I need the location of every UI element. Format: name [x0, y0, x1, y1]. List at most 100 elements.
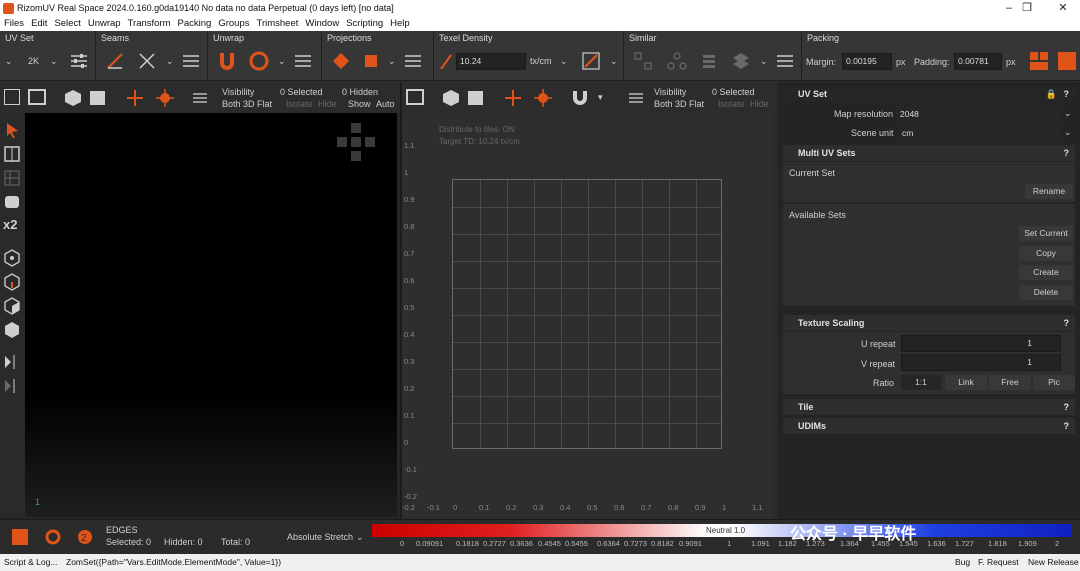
menu-trimsheet[interactable]: Trimsheet [257, 18, 299, 29]
help-icon[interactable]: ? [1064, 399, 1070, 415]
set-current-button[interactable]: Set Current [1019, 226, 1073, 241]
texel-unit-select[interactable]: tx/cm [530, 56, 552, 66]
visibility-settings-icon[interactable] [628, 90, 644, 108]
v-repeat-input[interactable]: 1 [901, 354, 1061, 371]
pack-icon[interactable] [1028, 50, 1050, 72]
menu-edit[interactable]: Edit [31, 18, 47, 29]
help-icon[interactable]: ? [1064, 86, 1070, 102]
settings-sliders-icon[interactable] [402, 50, 424, 72]
viewport-3d-canvas[interactable]: 1 [25, 113, 397, 517]
chevron-down-icon[interactable]: ⌄ [278, 56, 286, 67]
pic-button[interactable]: Pic [1033, 375, 1075, 390]
similar-layers-icon[interactable] [698, 50, 720, 72]
udims-header[interactable]: UDIMs ? [783, 418, 1075, 434]
mirror-left-icon[interactable] [3, 353, 21, 371]
help-icon[interactable]: ? [1064, 145, 1070, 161]
menu-transform[interactable]: Transform [128, 18, 171, 29]
copy-button[interactable]: Copy [1019, 246, 1073, 261]
free-button[interactable]: Free [989, 375, 1031, 390]
margin-input[interactable]: 0.00195 [842, 53, 892, 70]
chevron-down-icon[interactable]: ⌄ [5, 56, 13, 67]
chevron-down-icon[interactable]: ⌄ [560, 56, 568, 67]
menu-unwrap[interactable]: Unwrap [88, 18, 121, 29]
menu-select[interactable]: Select [54, 18, 80, 29]
chevron-down-icon[interactable]: ▾ [598, 92, 603, 103]
bug-report-button[interactable]: Bug [955, 554, 970, 571]
unwrap-icon[interactable] [216, 50, 238, 72]
texel-apply-icon[interactable] [580, 50, 602, 72]
menu-scripting[interactable]: Scripting [346, 18, 383, 29]
chevron-down-icon[interactable]: ⌄ [1064, 127, 1072, 138]
visibility-settings-icon[interactable] [192, 90, 208, 108]
visibility-mode[interactable]: Both 3D Flat [222, 99, 272, 109]
frame-icon[interactable] [28, 89, 46, 105]
chevron-down-icon[interactable]: ⌄ [610, 56, 618, 67]
projection-icon[interactable] [330, 50, 352, 72]
pivot-icon[interactable] [534, 89, 552, 109]
padding-input[interactable]: 0.00781 [954, 53, 1002, 70]
eyedropper-icon[interactable] [438, 50, 454, 72]
magnet-tool-icon[interactable] [3, 193, 21, 211]
settings-sliders-icon[interactable] [774, 50, 796, 72]
scale-x2-icon[interactable]: x2 [3, 217, 21, 235]
edge-mode-icon[interactable] [3, 273, 21, 291]
uv-set-section-header[interactable]: UV Set 🔒 ? [783, 86, 1075, 102]
menu-window[interactable]: Window [305, 18, 339, 29]
help-icon[interactable]: ? [1064, 315, 1070, 331]
menu-help[interactable]: Help [390, 18, 410, 29]
chevron-down-icon[interactable]: ⌄ [760, 56, 768, 67]
map-resolution-input[interactable]: 2048 [896, 106, 1060, 123]
uv-isolate-button[interactable]: Isolate [718, 99, 745, 109]
weld-seam-icon[interactable] [136, 50, 158, 72]
optimize-icon[interactable] [248, 50, 270, 72]
uv-visibility-mode[interactable]: Both 3D Flat [654, 99, 704, 109]
menu-packing[interactable]: Packing [178, 18, 212, 29]
new-release-button[interactable]: New Release [1028, 554, 1079, 571]
box-projection-icon[interactable] [360, 50, 382, 72]
delete-button[interactable]: Delete [1019, 285, 1073, 300]
select-arrow-icon[interactable] [3, 121, 21, 139]
frame-icon[interactable] [406, 89, 424, 105]
grid-tool-icon[interactable] [3, 169, 21, 187]
cut-seam-icon[interactable] [104, 50, 126, 72]
settings-sliders-icon[interactable] [292, 50, 314, 72]
settings-sliders-icon[interactable] [68, 50, 90, 72]
uv-hide-button[interactable]: Hide [750, 99, 769, 109]
move-gizmo-icon[interactable] [126, 89, 144, 109]
menu-files[interactable]: Files [4, 18, 24, 29]
mirror-right-icon[interactable] [3, 377, 21, 395]
flat-shaded-icon[interactable] [90, 91, 105, 105]
chevron-down-icon[interactable]: ⌄ [388, 56, 396, 67]
lock-icon[interactable]: 🔒 [1046, 86, 1057, 102]
cube-shaded-icon[interactable] [64, 89, 82, 109]
multi-uv-sets-header[interactable]: Multi UV Sets ? [783, 145, 1075, 161]
help-icon[interactable]: ? [1064, 418, 1070, 434]
auto-button[interactable]: Auto [376, 99, 395, 109]
stop-icon[interactable] [12, 529, 28, 545]
maximize-button[interactable]: ❐ [1010, 0, 1044, 16]
close-button[interactable]: ✕ [1046, 0, 1080, 16]
face-mode-icon[interactable] [3, 297, 21, 315]
texture-scaling-header[interactable]: Texture Scaling ? [783, 315, 1075, 331]
show-button[interactable]: Show [348, 99, 371, 109]
magnet-icon[interactable] [570, 88, 590, 110]
create-button[interactable]: Create [1019, 265, 1073, 280]
isolate-button[interactable]: Isolate [286, 99, 313, 109]
cube-shaded-icon[interactable] [442, 89, 460, 109]
flat-shaded-icon[interactable] [468, 91, 483, 105]
similar-select-icon[interactable] [632, 50, 654, 72]
script-log-button[interactable]: Script & Log... [4, 554, 57, 571]
layout-icon[interactable] [4, 89, 20, 105]
pack-fill-icon[interactable] [1056, 50, 1078, 72]
feature-request-button[interactable]: F. Request [978, 554, 1019, 571]
island-mode-icon[interactable] [3, 321, 21, 339]
settings-sliders-icon[interactable] [180, 50, 202, 72]
menu-groups[interactable]: Groups [218, 18, 249, 29]
view-cube-icon[interactable] [337, 123, 375, 161]
hide-button[interactable]: Hide [318, 99, 337, 109]
transform-tool-icon[interactable] [3, 145, 21, 163]
chevron-down-icon[interactable]: ⌄ [356, 532, 364, 543]
link-button[interactable]: Link [945, 375, 987, 390]
scene-unit-select[interactable]: cm [898, 125, 1060, 142]
u-repeat-input[interactable]: 1 [901, 335, 1061, 352]
